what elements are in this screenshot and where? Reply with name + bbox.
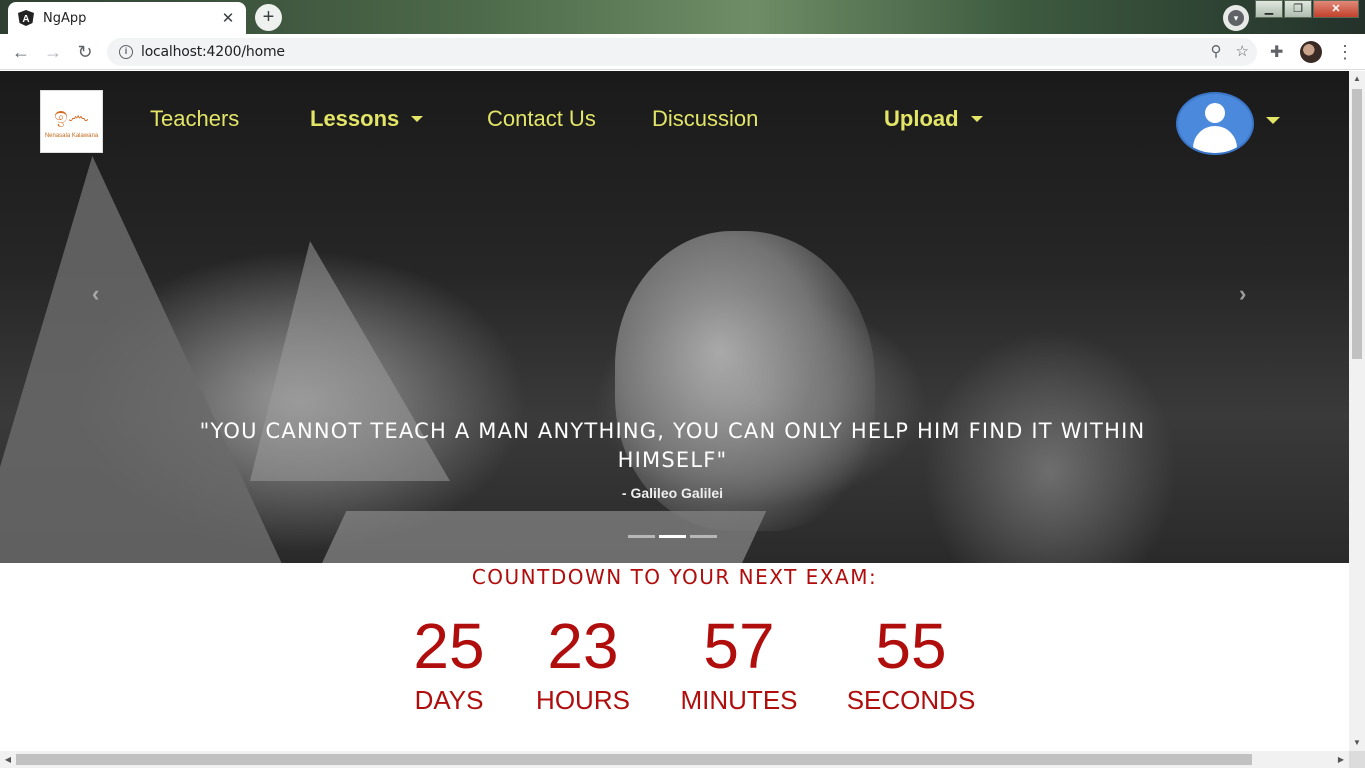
countdown-seconds-value: 55 <box>875 610 947 682</box>
scrollbar-corner <box>1349 751 1365 768</box>
countdown-seconds: 55 SECONDS <box>840 609 982 717</box>
address-bar[interactable]: i localhost:4200/home ⚲ ☆ <box>107 38 1257 66</box>
countdown-minutes-label: MINUTES <box>680 685 798 715</box>
window-controls: ▁ ❐ ✕ <box>1254 0 1359 18</box>
caret-down-icon <box>411 115 424 122</box>
plus-icon[interactable]: + <box>255 4 282 31</box>
browser-tab[interactable]: A NgApp ✕ <box>8 2 246 34</box>
browser-toolbar: ← → ↻ i localhost:4200/home ⚲ ☆ ✚ ⋮ <box>0 34 1365 70</box>
site-navbar: ඉ෴ Nenasala Kalawana Teachers Lessons Co… <box>0 71 1349 171</box>
carousel-quote: "YOU CANNOT TEACH A MAN ANYTHING, YOU CA… <box>199 419 1146 472</box>
star-icon[interactable]: ☆ <box>1236 42 1249 60</box>
nav-teachers[interactable]: Teachers <box>150 106 239 132</box>
nav-upload-label: Upload <box>884 106 959 131</box>
hero-carousel: ඉ෴ Nenasala Kalawana Teachers Lessons Co… <box>0 71 1349 563</box>
countdown-days-label: DAYS <box>414 685 484 715</box>
nav-discussion[interactable]: Discussion <box>652 106 758 132</box>
maximize-button[interactable]: ❐ <box>1284 0 1312 18</box>
window-close-button[interactable]: ✕ <box>1313 0 1359 18</box>
site-logo[interactable]: ඉ෴ Nenasala Kalawana <box>40 90 103 153</box>
user-menu-caret-icon[interactable] <box>1266 117 1280 124</box>
back-arrow-icon[interactable]: ← <box>9 40 33 64</box>
url-text[interactable]: localhost:4200/home <box>141 44 285 60</box>
carousel-indicator[interactable] <box>628 535 655 538</box>
nav-lessons-dropdown[interactable]: Lessons <box>310 106 424 132</box>
nav-lessons-label: Lessons <box>310 106 400 131</box>
avatar-head <box>1205 103 1225 123</box>
carousel-indicator[interactable] <box>690 535 717 538</box>
countdown-hours-label: HOURS <box>536 685 630 715</box>
browser-tab-strip: A NgApp ✕ + ▾ ▁ ❐ ✕ <box>0 0 1365 34</box>
countdown-minutes-value: 57 <box>703 610 775 682</box>
avatar-body <box>1193 126 1237 153</box>
forward-arrow-icon[interactable]: → <box>41 40 65 64</box>
scroll-down-icon[interactable]: ▼ <box>1349 735 1365 751</box>
carousel-indicators <box>628 535 717 538</box>
countdown-seconds-label: SECONDS <box>846 685 976 715</box>
profile-avatar[interactable] <box>1300 41 1322 63</box>
carousel-caption: "YOU CANNOT TEACH A MAN ANYTHING, YOU CA… <box>185 417 1160 501</box>
chevron-right-icon[interactable]: › <box>1239 281 1246 307</box>
tab-title: NgApp <box>43 10 87 26</box>
countdown-days-value: 25 <box>413 610 485 682</box>
zoom-icon[interactable]: ⚲ <box>1211 42 1222 60</box>
horizontal-scrollbar[interactable]: ◀ ▶ <box>0 751 1349 768</box>
vertical-scrollbar[interactable]: ▲ ▼ <box>1349 71 1365 751</box>
reload-icon[interactable]: ↻ <box>73 40 97 64</box>
chevron-left-icon[interactable]: ‹ <box>92 281 99 307</box>
scroll-right-icon[interactable]: ▶ <box>1333 751 1349 768</box>
more-vert-icon[interactable]: ⋮ <box>1336 40 1354 64</box>
page-viewport: ඉ෴ Nenasala Kalawana Teachers Lessons Co… <box>0 71 1349 751</box>
scroll-up-icon[interactable]: ▲ <box>1349 71 1365 87</box>
logo-text: Nenasala Kalawana <box>44 133 99 139</box>
horizontal-scroll-thumb[interactable] <box>16 754 1252 765</box>
countdown-hours: 23 HOURS <box>528 609 638 717</box>
carousel-indicator-active[interactable] <box>659 535 686 538</box>
info-icon[interactable]: i <box>119 45 133 59</box>
caret-down-icon <box>970 115 983 122</box>
countdown-days: 25 DAYS <box>400 609 498 717</box>
logo-glyph: ඉ෴ <box>54 104 89 129</box>
svg-text:A: A <box>22 14 29 25</box>
background-laptop-lid <box>0 156 393 563</box>
countdown-minutes: 57 MINUTES <box>672 609 806 717</box>
close-icon[interactable]: ✕ <box>220 9 236 27</box>
nav-upload-dropdown[interactable]: Upload <box>884 106 983 132</box>
puzzle-extension-icon[interactable]: ✚ <box>1270 42 1288 61</box>
scroll-left-icon[interactable]: ◀ <box>0 751 16 768</box>
user-avatar-icon[interactable] <box>1176 92 1254 155</box>
countdown-hours-value: 23 <box>547 610 619 682</box>
countdown-title: COUNTDOWN TO YOUR NEXT EXAM: <box>471 565 878 589</box>
angular-favicon: A <box>18 10 34 26</box>
nav-contact-us[interactable]: Contact Us <box>487 106 596 132</box>
minimize-button[interactable]: ▁ <box>1255 0 1283 18</box>
tab-search-icon[interactable]: ▾ <box>1223 5 1249 31</box>
carousel-author: - Galileo Galilei <box>621 485 724 501</box>
vertical-scroll-thumb[interactable] <box>1352 89 1362 359</box>
